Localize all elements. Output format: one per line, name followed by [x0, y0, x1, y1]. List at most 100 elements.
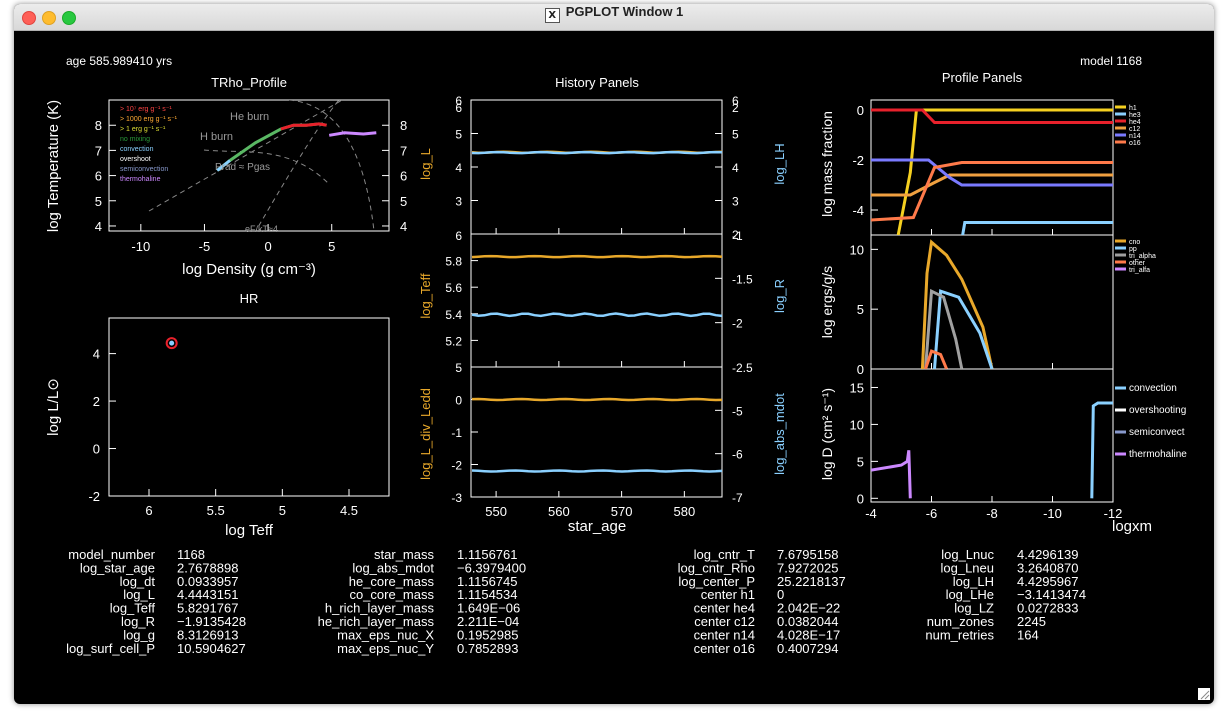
- profile-legend-label: c12: [1129, 126, 1140, 133]
- trho-xtick-label: -10: [131, 239, 150, 254]
- history-xtick-label: 560: [548, 504, 570, 519]
- history-xtick-label: 570: [611, 504, 633, 519]
- trho-legend-item: convection: [120, 146, 154, 153]
- history-ytick-label: 4: [732, 161, 739, 175]
- profile-legend-label: he3: [1129, 112, 1141, 119]
- stat-value: 25.2218137: [777, 574, 846, 589]
- model-label: model 1168: [1080, 54, 1142, 68]
- history-ytick-label: 5: [455, 361, 462, 375]
- history-frame-3: [470, 366, 723, 498]
- profile-series-h1: [896, 108, 1113, 235]
- history-series-log_L_div_Ledd: [471, 397, 723, 402]
- profile-frame-2: [870, 234, 1114, 370]
- trho-annotation-degeneracy: eF/kT≈4: [245, 224, 278, 234]
- hr-xlabel: log Teff: [225, 522, 274, 539]
- stat-name: log_surf_cell_P: [66, 641, 155, 656]
- stat-name: max_eps_nuc_Y: [337, 641, 434, 656]
- profile-legend-label: n14: [1129, 133, 1141, 140]
- history-p1-right-label: log_LH: [772, 143, 787, 184]
- title-bar[interactable]: X PGPLOT Window 1: [14, 4, 1214, 31]
- profile-legend-label: he4: [1129, 119, 1141, 126]
- history-panel: History Panels 550 560 570 580 3 4 5 6 2 3 4 5 6 5.2 5…: [418, 75, 787, 535]
- trho-annotation-hburn: H burn: [200, 131, 233, 143]
- history-ytick-label: 2: [732, 101, 739, 115]
- profile-legend-label: o16: [1129, 140, 1141, 147]
- stat-value: 10.5904627: [177, 641, 246, 656]
- trho-xlabel: log Density (g cm⁻³): [182, 261, 316, 278]
- history-ytick-label: -6: [732, 448, 743, 462]
- trho-ytick-label: 6: [95, 169, 102, 184]
- profile-ytick-label: 0: [857, 491, 864, 506]
- profile-title: Profile Panels: [942, 70, 1023, 85]
- history-ytick-label: -1.5: [732, 272, 753, 286]
- stat-value: 164: [1017, 627, 1039, 642]
- history-xlabel: star_age: [568, 518, 626, 535]
- profile-ytick-label: 0: [857, 362, 864, 377]
- history-p2-right-label: log_R: [772, 279, 787, 313]
- profile-legend-label: thermohaline: [1129, 449, 1187, 460]
- history-ytick-label: 5: [732, 128, 739, 142]
- trho-annotation-heburn: He burn: [230, 111, 269, 123]
- trho-ytick-label: 4: [95, 219, 102, 234]
- history-ytick-label: -7: [732, 491, 743, 505]
- trho-ytick-right-label: 7: [400, 143, 407, 158]
- history-ytick-label: 6: [455, 229, 462, 243]
- history-xtick-label: 580: [673, 504, 695, 519]
- hr-ytick-label: 2: [93, 394, 100, 409]
- trho-ytick-label: 8: [95, 118, 102, 133]
- trho-annotation-prad: Prad ≈ Pgas: [215, 162, 270, 173]
- trho-burning-segment: [280, 122, 327, 131]
- hr-xtick-label: 5.5: [207, 503, 225, 518]
- history-ytick-label: -3: [451, 491, 462, 505]
- history-series-log_Teff: [471, 254, 723, 259]
- profile-ytick-label: 5: [857, 302, 864, 317]
- trho-ytick-label: 7: [95, 143, 102, 158]
- profile-series-thermohaline: [871, 450, 912, 499]
- window-title: PGPLOT Window 1: [565, 4, 684, 19]
- trho-ytick-right-label: 8: [400, 118, 407, 133]
- profile-legend-label: tri_alpha: [1129, 253, 1156, 260]
- history-ytick-label: -2: [451, 459, 462, 473]
- profile-legend-label: cno: [1129, 239, 1140, 246]
- hr-current-point: [169, 340, 175, 346]
- history-ytick-label: 0: [455, 394, 462, 408]
- trho-title: TRho_Profile: [211, 75, 287, 90]
- history-ytick-label: 5.8: [445, 255, 462, 269]
- hr-ytick-label: 0: [93, 442, 100, 457]
- profile-xtick-label: -6: [926, 506, 938, 521]
- profile-ytick-label: 5: [857, 454, 864, 469]
- trho-legend-item: overshoot: [120, 156, 151, 163]
- history-xtick-label: 550: [485, 504, 507, 519]
- profile-ytick-label: 10: [850, 242, 864, 257]
- profile-legend-label: pp: [1129, 246, 1137, 253]
- hr-xtick-label: 4.5: [340, 503, 358, 518]
- trho-legend-item: semiconvection: [120, 166, 168, 173]
- history-ytick-label: -1: [451, 426, 462, 440]
- stat-value: 0.7852893: [457, 641, 518, 656]
- hr-ytick-label: 4: [93, 347, 100, 362]
- profile-p3-ylabel: log D (cm² s⁻¹): [819, 388, 835, 480]
- profile-xtick-label: -8: [986, 506, 998, 521]
- trho-panel: TRho_Profile -10 -5 0 5 4 5 6 7 8 4 5 6 7 8 He burn H…: [45, 75, 407, 278]
- profile-ytick-label: -2: [852, 153, 864, 168]
- trho-legend-item: > 1000 erg g⁻¹ s⁻¹: [120, 116, 178, 123]
- trho-legend-item: thermohaline: [120, 176, 161, 183]
- trho-thermohaline-segment: [328, 131, 377, 137]
- trho-legend-item: > 10⁷ erg g⁻¹ s⁻¹: [120, 106, 172, 113]
- profile-legend-label: semiconvect: [1129, 427, 1185, 438]
- profile-series-he3: [961, 221, 1113, 235]
- trho-xtick-label: 0: [264, 239, 271, 254]
- x11-icon: X: [544, 8, 560, 23]
- history-p3-left-label: log_L_div_Ledd: [418, 388, 433, 480]
- hr-xtick-label: 6: [145, 503, 152, 518]
- profile-p2-ylabel: log ergs/g/s: [819, 266, 835, 338]
- history-series-log_LH: [471, 150, 723, 155]
- resize-grip-icon[interactable]: [1198, 688, 1210, 700]
- hr-ylabel: log L/L⊙: [45, 378, 62, 436]
- trho-legend-item: > 1 erg g⁻¹ s⁻¹: [120, 126, 166, 133]
- profile-panel: Profile Panels -4 -6 -8 -10 -12-4-2005100510…: [819, 70, 1187, 535]
- history-ytick-label: 5: [455, 128, 462, 142]
- history-frame-1: [470, 99, 723, 235]
- profile-series-he4: [871, 108, 1113, 124]
- history-ytick-label: 5.2: [445, 334, 462, 348]
